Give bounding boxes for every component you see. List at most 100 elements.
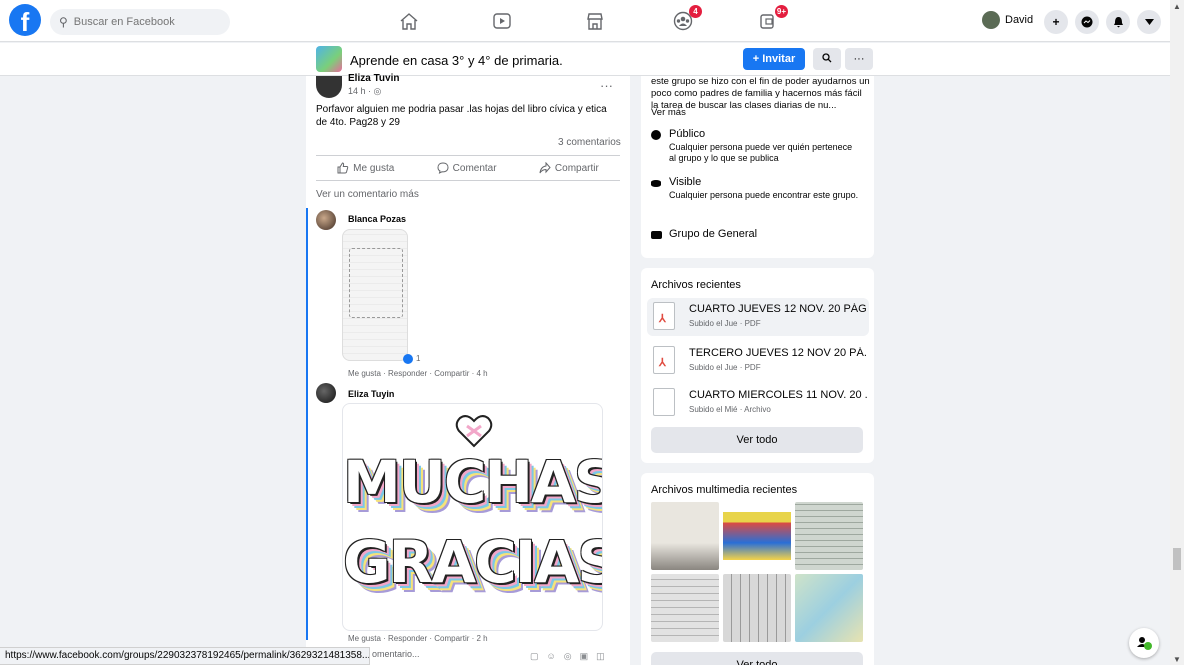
- comment-author-name[interactable]: Eliza Tuyin: [348, 389, 394, 399]
- visible-title: Visible: [669, 176, 702, 188]
- pdf-file-icon: [653, 346, 675, 374]
- see-all-files-button[interactable]: Ver todo: [651, 427, 863, 453]
- people-icon: [651, 231, 662, 239]
- group-more-button[interactable]: ···: [845, 48, 873, 70]
- post-action-bar: Me gusta Comentar Compartir: [316, 155, 620, 181]
- new-message-button[interactable]: [1129, 628, 1159, 658]
- facebook-logo-icon[interactable]: f: [9, 4, 41, 36]
- post-timestamp[interactable]: 14 h · ◎: [348, 86, 381, 97]
- comment-image-gracias[interactable]: MUCHAS GRACIAS: [342, 403, 603, 631]
- write-comment-input[interactable]: omentario...: [372, 649, 420, 659]
- media-thumb[interactable]: [723, 502, 791, 570]
- status-url: https://www.facebook.com/groups/22903237…: [0, 647, 370, 665]
- search-icon: [822, 52, 832, 62]
- search-input[interactable]: [73, 16, 214, 28]
- comment-actions[interactable]: Me gusta · Responder · Compartir · 4 h: [348, 369, 488, 378]
- file-meta: Subido el Jue · PDF: [689, 319, 761, 328]
- eye-icon: [651, 180, 661, 187]
- messenger-icon[interactable]: [1075, 10, 1099, 34]
- sticker-alt-icon[interactable]: ◫: [596, 651, 605, 662]
- comment-author-avatar[interactable]: [316, 383, 336, 403]
- top-navigation: f ⚲ 4 9+ David +: [0, 0, 1170, 42]
- camera-icon[interactable]: ◎: [564, 651, 572, 662]
- comment-button[interactable]: Comentar: [437, 162, 497, 174]
- image-text-gracias: GRACIAS: [343, 528, 603, 596]
- profile-name: David: [1005, 14, 1034, 26]
- share-icon: [539, 162, 551, 174]
- groups-badge: 4: [689, 5, 702, 18]
- file-meta: Subido el Jue · PDF: [689, 363, 761, 372]
- home-icon[interactable]: [396, 8, 422, 34]
- marketplace-icon[interactable]: [582, 8, 608, 34]
- profile-button[interactable]: David: [982, 11, 1033, 29]
- pdf-file-icon: [653, 302, 675, 330]
- media-thumb[interactable]: [723, 574, 791, 642]
- sticker-icon[interactable]: ▢: [530, 651, 539, 662]
- file-item[interactable]: TERCERO JUEVES 12 NOV 20 PÁ... Subido el…: [647, 342, 869, 380]
- comment-actions[interactable]: Me gusta · Responder · Compartir · 2 h: [348, 634, 488, 643]
- visible-description: Cualquier persona puede encontrar este g…: [669, 190, 859, 200]
- scrollbar-thumb[interactable]: [1173, 548, 1181, 570]
- avatar: [982, 11, 1000, 29]
- comment-author-avatar[interactable]: [316, 210, 336, 230]
- group-name[interactable]: Aprende en casa 3° y 4° de primaria.: [350, 53, 563, 68]
- category-label: Grupo de General: [669, 228, 758, 240]
- file-item[interactable]: CUARTO JUEVES 12 NOV. 20 PÁG... Subido e…: [647, 298, 869, 336]
- image-text-muchas: MUCHAS: [343, 448, 603, 516]
- media-grid: [651, 502, 863, 642]
- share-button[interactable]: Compartir: [539, 162, 599, 174]
- media-thumb[interactable]: [795, 574, 863, 642]
- comment-image-worksheet[interactable]: [342, 229, 408, 361]
- file-icon: [653, 388, 675, 416]
- see-all-media-button[interactable]: Ver todo: [651, 652, 863, 665]
- recent-files-title: Archivos recientes: [651, 279, 741, 291]
- public-title: Público: [669, 128, 706, 140]
- comment-author-name[interactable]: Blanca Pozas: [348, 214, 406, 224]
- group-search-button[interactable]: [813, 48, 841, 70]
- emoji-icon[interactable]: ☺: [547, 651, 556, 662]
- create-icon[interactable]: +: [1044, 10, 1068, 34]
- watch-icon[interactable]: [489, 8, 515, 34]
- comment-icon: [437, 162, 449, 174]
- heart-icon: [455, 415, 493, 448]
- account-menu-icon[interactable]: [1137, 10, 1161, 34]
- post-text: Porfavor alguien me podria pasar .las ho…: [316, 104, 607, 128]
- like-reaction-icon: [403, 354, 413, 364]
- media-thumb[interactable]: [795, 502, 863, 570]
- comment-label: Comentar: [452, 162, 497, 174]
- file-name: CUARTO MIERCOLES 11 NOV. 20 ...: [689, 389, 867, 401]
- group-thumbnail[interactable]: [316, 46, 342, 72]
- recent-media-title: Archivos multimedia recientes: [651, 484, 798, 496]
- post-author-name[interactable]: Eliza Tuyin: [348, 73, 400, 81]
- scroll-up-arrow-icon[interactable]: ▲: [1173, 2, 1181, 11]
- like-button[interactable]: Me gusta: [337, 162, 394, 174]
- like-label: Me gusta: [353, 162, 395, 174]
- reaction-count[interactable]: 1: [416, 354, 420, 363]
- post-options-icon[interactable]: ···: [600, 78, 613, 93]
- search-box[interactable]: ⚲: [50, 9, 230, 35]
- public-description: Cualquier persona puede ver quién perten…: [669, 142, 853, 163]
- media-thumb[interactable]: [651, 502, 719, 570]
- file-item[interactable]: CUARTO MIERCOLES 11 NOV. 20 ... Subido e…: [647, 384, 869, 422]
- file-name: CUARTO JUEVES 12 NOV. 20 PÁG...: [689, 303, 867, 315]
- comment-input-icons: ▢ ☺ ◎ ▣ ◫: [530, 651, 605, 662]
- file-name: TERCERO JUEVES 12 NOV 20 PÁ...: [689, 347, 867, 359]
- scroll-down-arrow-icon[interactable]: ▼: [1173, 655, 1181, 664]
- group-header-bar: Aprende en casa 3° y 4° de primaria. + I…: [0, 43, 1170, 76]
- share-label: Compartir: [554, 162, 599, 174]
- gaming-icon[interactable]: 9+: [756, 5, 788, 34]
- media-thumb[interactable]: [651, 574, 719, 642]
- invite-button[interactable]: + Invitar: [743, 48, 805, 70]
- see-more-link[interactable]: Ver más: [651, 107, 871, 119]
- thumbs-up-icon: [337, 162, 349, 174]
- view-more-comments-link[interactable]: Ver un comentario más: [316, 189, 419, 200]
- comments-count-link[interactable]: 3 comentarios: [558, 137, 621, 148]
- contacts-icon: [1137, 637, 1152, 650]
- globe-icon: [651, 130, 661, 140]
- search-icon: ⚲: [59, 15, 68, 29]
- file-meta: Subido el Mié · Archivo: [689, 405, 771, 414]
- notifications-icon[interactable]: [1106, 10, 1130, 34]
- gaming-badge: 9+: [774, 5, 788, 18]
- groups-icon[interactable]: 4: [670, 5, 702, 34]
- gif-icon[interactable]: ▣: [580, 651, 589, 662]
